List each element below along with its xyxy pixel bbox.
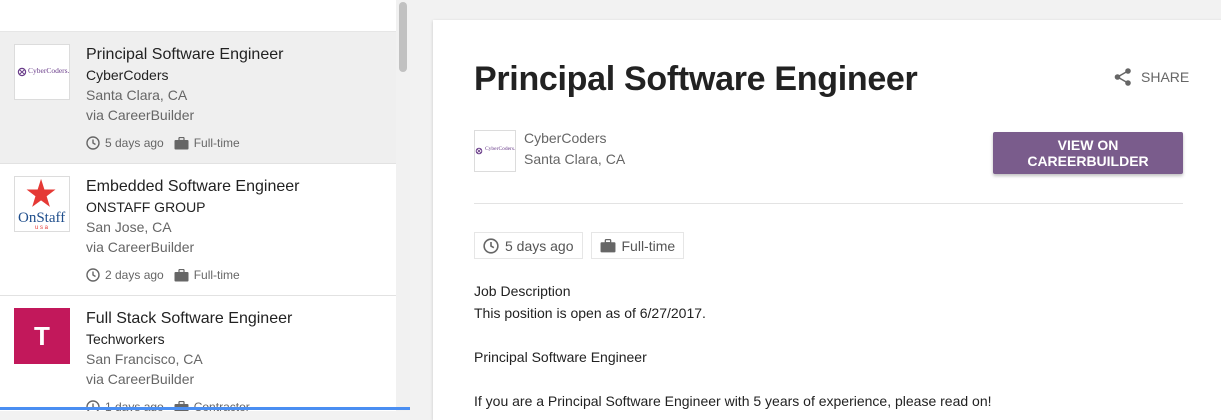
type-chip: Full-time bbox=[590, 232, 685, 259]
detail-title: Principal Software Engineer bbox=[474, 60, 918, 98]
list-bottom-accent bbox=[0, 407, 410, 410]
desc-line: Principal Software Engineer bbox=[474, 349, 647, 365]
desc-heading: Job Description bbox=[474, 283, 571, 299]
cybercoders-logo: CyberCoders. bbox=[14, 44, 70, 100]
job-location: San Francisco, CA bbox=[86, 351, 203, 367]
job-source: via CareerBuilder bbox=[86, 239, 195, 255]
job-location: Santa Clara, CA bbox=[86, 87, 188, 103]
detail-meta-chips: 5 days ago Full-time bbox=[474, 232, 692, 259]
divider bbox=[474, 203, 1183, 204]
job-type: Full-time bbox=[193, 136, 240, 150]
job-title: Full Stack Software Engineer bbox=[86, 310, 293, 327]
briefcase-icon bbox=[600, 238, 615, 252]
detail-posted: 5 days ago bbox=[505, 237, 574, 254]
detail-logo-text: CyberCoders. bbox=[485, 146, 516, 152]
detail-company: CyberCoders bbox=[524, 130, 607, 146]
job-title: Embedded Software Engineer bbox=[86, 178, 300, 195]
job-source: via CareerBuilder bbox=[86, 371, 195, 387]
techworkers-logo-letter: T bbox=[34, 320, 50, 351]
posted-chip: 5 days ago bbox=[474, 232, 583, 259]
clock-icon bbox=[86, 268, 100, 282]
job-detail-panel: Principal Software Engineer SHARE CyberC… bbox=[433, 20, 1221, 420]
techworkers-logo: T bbox=[14, 308, 70, 364]
list-top-strip bbox=[0, 0, 396, 32]
desc-line: This position is open as of 6/27/2017. bbox=[474, 305, 706, 321]
share-label: SHARE bbox=[1141, 69, 1190, 85]
job-title: Principal Software Engineer bbox=[86, 46, 284, 63]
desc-line: If you are a Principal Software Engineer… bbox=[474, 393, 992, 409]
onstaff-logo: OnStaff u s a bbox=[14, 176, 70, 232]
job-card-3[interactable]: T Full Stack Software Engineer Techworke… bbox=[0, 296, 396, 411]
clock-icon bbox=[86, 136, 100, 150]
briefcase-icon bbox=[174, 136, 189, 149]
list-scrollbar-thumb[interactable] bbox=[399, 2, 407, 72]
job-meta: 5 days ago Full-time bbox=[86, 136, 250, 150]
job-source: via CareerBuilder bbox=[86, 107, 195, 123]
desc-gap bbox=[474, 368, 1174, 390]
clock-icon bbox=[483, 237, 499, 254]
desc-gap bbox=[474, 324, 1174, 346]
detail-company-info: CyberCoders Santa Clara, CA bbox=[524, 128, 625, 170]
job-description: Job Description This position is open as… bbox=[474, 280, 1174, 412]
share-button[interactable]: SHARE bbox=[1113, 67, 1189, 87]
job-company: CyberCoders bbox=[86, 67, 169, 83]
view-on-careerbuilder-button[interactable]: VIEW ON CAREERBUILDER bbox=[993, 132, 1183, 174]
detail-company-logo: CyberCoders. bbox=[474, 130, 516, 172]
job-meta: 2 days ago Full-time bbox=[86, 268, 250, 282]
share-icon bbox=[1114, 68, 1131, 86]
briefcase-icon bbox=[174, 268, 189, 281]
posted-age: 5 days ago bbox=[105, 136, 164, 150]
job-company: Techworkers bbox=[86, 331, 165, 347]
detail-location: Santa Clara, CA bbox=[524, 151, 626, 167]
job-list: CyberCoders. Principal Software Engineer… bbox=[0, 0, 397, 411]
detail-type: Full-time bbox=[621, 237, 676, 254]
job-card-2[interactable]: OnStaff u s a Embedded Software Engineer… bbox=[0, 164, 396, 296]
posted-age: 2 days ago bbox=[105, 268, 164, 282]
job-card-1[interactable]: CyberCoders. Principal Software Engineer… bbox=[0, 32, 396, 164]
cybercoders-logo-text: CyberCoders. bbox=[28, 66, 70, 75]
job-company: ONSTAFF GROUP bbox=[86, 199, 206, 215]
job-location: San Jose, CA bbox=[86, 219, 172, 235]
onstaff-logo-sub: u s a bbox=[35, 225, 49, 231]
job-type: Full-time bbox=[193, 268, 240, 282]
